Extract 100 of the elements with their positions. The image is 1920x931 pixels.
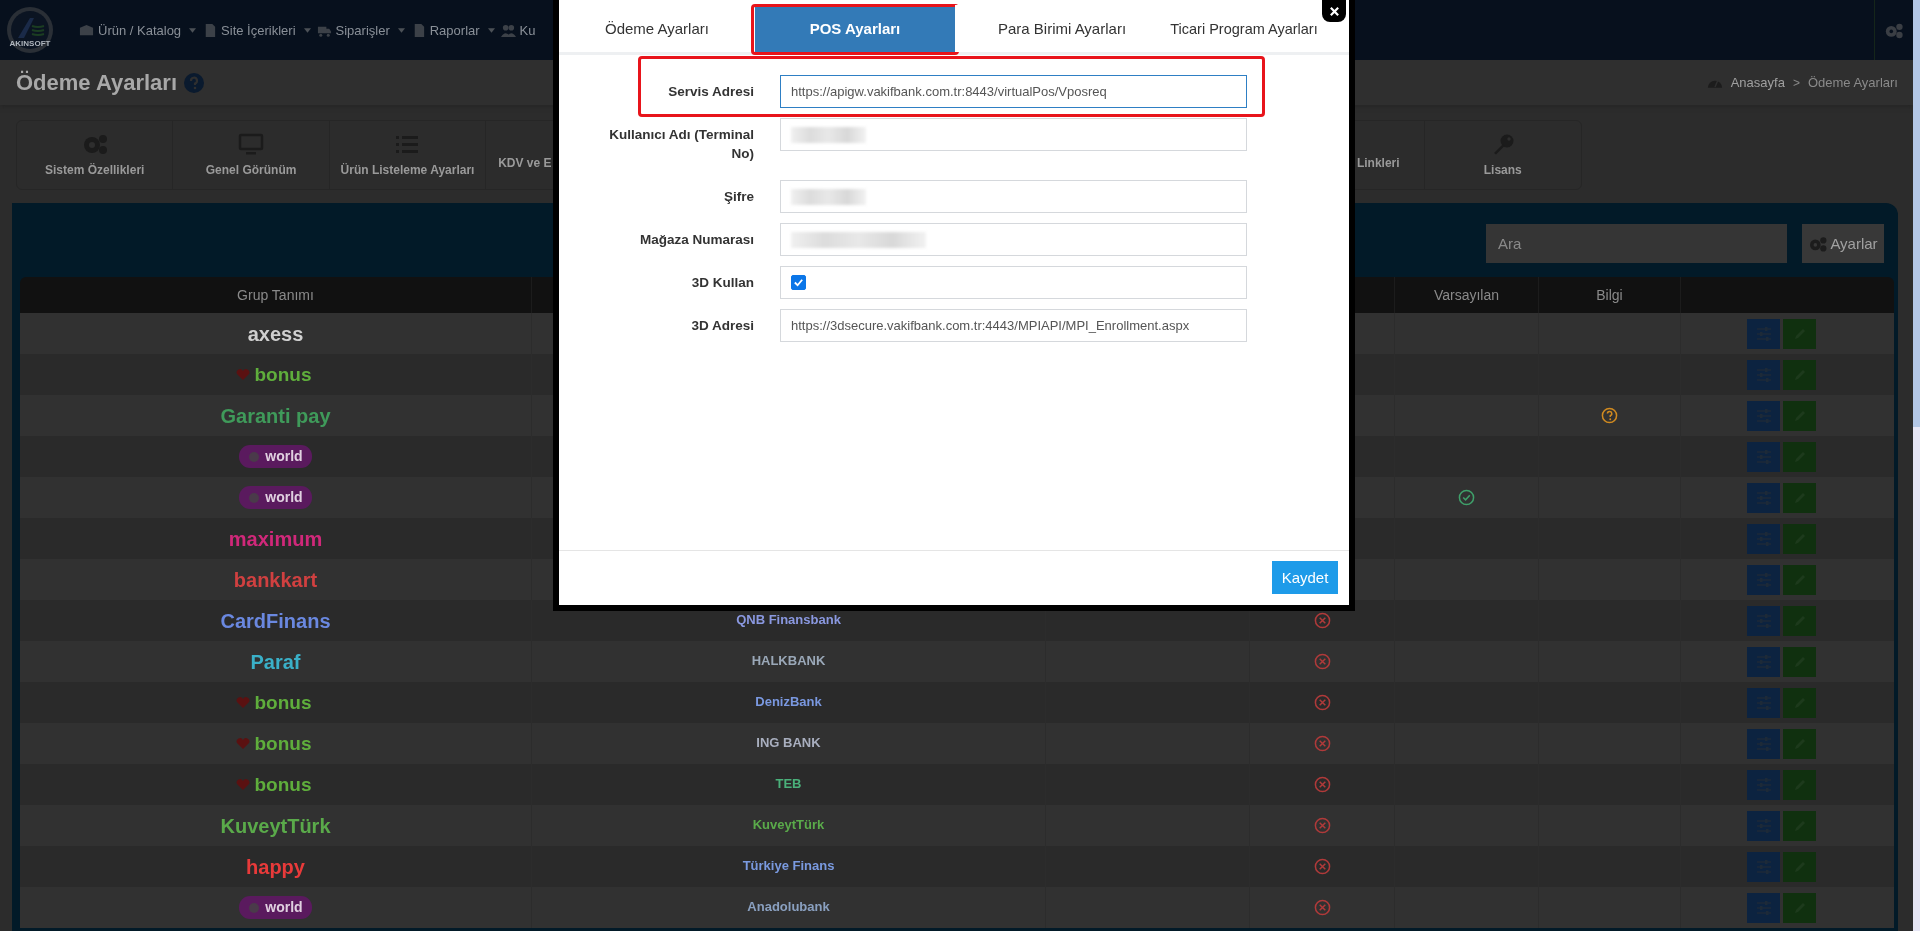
nav-menu-item[interactable]: Siparişler <box>313 22 408 38</box>
edit-button[interactable] <box>1783 441 1816 472</box>
text-field[interactable] <box>780 118 1247 151</box>
box-icon <box>79 22 94 38</box>
heart-icon <box>235 696 250 709</box>
options-button[interactable] <box>1747 318 1780 349</box>
options-button[interactable] <box>1747 523 1780 554</box>
card-logo: axess <box>246 321 305 347</box>
field-label: Mağaza Numarası <box>638 231 754 249</box>
settings-tile[interactable]: Genel Görünüm <box>173 121 330 189</box>
edit-button[interactable] <box>1783 564 1816 595</box>
users-icon <box>500 22 516 38</box>
settings-tile[interactable]: Ürün Listeleme Ayarları <box>329 121 487 189</box>
options-button[interactable] <box>1747 769 1780 800</box>
card-logo: CardFinans <box>219 608 332 634</box>
gears-icon <box>1808 235 1829 252</box>
close-icon <box>1328 5 1340 17</box>
card-logo: bankkart <box>232 567 319 593</box>
options-button[interactable] <box>1747 687 1780 718</box>
edit-button[interactable] <box>1783 523 1816 554</box>
scrollbar-thumb[interactable] <box>1913 0 1920 427</box>
check-icon <box>793 277 804 288</box>
text-field[interactable] <box>780 223 1247 256</box>
edit-button[interactable] <box>1783 318 1816 349</box>
options-button[interactable] <box>1747 892 1780 923</box>
options-button[interactable] <box>1747 482 1780 513</box>
card-logo: happy <box>245 854 306 880</box>
globe-icon <box>248 491 261 504</box>
edit-button[interactable] <box>1783 769 1816 800</box>
globe-icon <box>248 450 261 463</box>
page-title: Ödeme Ayarları <box>16 69 177 96</box>
card-logo: bonus <box>253 690 313 715</box>
nav-menu-item[interactable]: Ku <box>497 22 539 38</box>
nav-menu-item[interactable]: Ürün / Katalog <box>76 22 200 38</box>
heart-icon <box>235 368 250 381</box>
edit-button[interactable] <box>1783 687 1816 718</box>
help-icon[interactable] <box>184 72 204 93</box>
text-field[interactable] <box>780 180 1247 213</box>
edit-button[interactable] <box>1783 810 1816 841</box>
heart-icon <box>235 737 250 750</box>
bank-logo: Anadolubank <box>746 899 831 916</box>
settings-tile[interactable]: Lisans <box>1424 121 1581 189</box>
field-label: Servis Adresi <box>667 83 754 101</box>
settings-tile[interactable]: Sistem Özellikleri <box>17 121 174 189</box>
options-button[interactable] <box>1747 646 1780 677</box>
options-button[interactable] <box>1747 605 1780 636</box>
edit-button[interactable] <box>1783 646 1816 677</box>
text-field[interactable]: https://3dsecure.vakifbank.com.tr:4443/MPIAPI/MPI_Enrollment.aspx <box>780 309 1247 342</box>
checkbox[interactable] <box>791 275 806 290</box>
gears-icon <box>1884 21 1904 39</box>
options-button[interactable] <box>1747 359 1780 390</box>
edit-button[interactable] <box>1783 359 1816 390</box>
options-button[interactable] <box>1747 851 1780 882</box>
edit-button[interactable] <box>1783 605 1816 636</box>
scrollbar[interactable] <box>1913 0 1920 931</box>
options-button[interactable] <box>1747 441 1780 472</box>
bank-logo: Türkiye Finans <box>741 858 836 875</box>
breadcrumb-current: Ödeme Ayarları <box>1807 75 1898 90</box>
nav-menu-item[interactable]: Raporlar <box>407 22 498 38</box>
logo-text: world <box>265 488 303 507</box>
close-button[interactable] <box>1322 0 1346 22</box>
breadcrumb-link[interactable]: Anasayfa <box>1730 75 1785 90</box>
caret-icon <box>487 27 495 33</box>
bank-logo: KuveytTürk <box>751 817 826 834</box>
bank-logo: DenizBank <box>754 694 823 711</box>
search-field[interactable]: Ara <box>1486 224 1787 263</box>
edit-button[interactable] <box>1783 851 1816 882</box>
edit-button[interactable] <box>1783 482 1816 513</box>
caret-icon <box>397 27 405 33</box>
dialog-tab[interactable]: POS Ayarları <box>755 5 955 52</box>
card-logo: bonus <box>253 731 313 756</box>
card-logo: Paraf <box>249 649 302 675</box>
text-field[interactable]: https://apigw.vakifbank.com.tr:8443/virtualPos/Vposreq <box>780 75 1247 108</box>
bank-logo: TEB <box>774 776 803 793</box>
options-button[interactable] <box>1747 400 1780 431</box>
bank-logo: HALKBANK <box>750 653 827 670</box>
card-logo: bonus <box>253 772 313 797</box>
globe-icon <box>248 901 261 914</box>
edit-button[interactable] <box>1783 400 1816 431</box>
edit-button[interactable] <box>1783 728 1816 759</box>
caret-icon <box>189 27 197 33</box>
logo-icon[interactable] <box>6 6 54 54</box>
heart-icon <box>235 778 250 791</box>
field-label: 3D Adresi <box>690 317 754 335</box>
card-logo: Garanti pay <box>219 403 332 429</box>
question-circle-icon[interactable] <box>1601 407 1618 424</box>
options-button[interactable] <box>1747 564 1780 595</box>
settings-button[interactable]: Ayarlar <box>1802 224 1884 263</box>
breadcrumb-separator: > <box>1792 75 1800 90</box>
options-button[interactable] <box>1747 810 1780 841</box>
caret-icon <box>303 27 311 33</box>
logo-text: world <box>265 447 303 466</box>
card-logo: maximum <box>227 526 324 552</box>
edit-button[interactable] <box>1783 892 1816 923</box>
options-button[interactable] <box>1747 728 1780 759</box>
card-logo: bonus <box>253 362 313 387</box>
nav-menu-item[interactable]: Site İçerikleri <box>199 22 314 38</box>
card-logo: KuveytTürk <box>219 813 332 839</box>
logo-text: world <box>265 898 303 917</box>
logo-text: AKINSOFT <box>8 39 52 49</box>
